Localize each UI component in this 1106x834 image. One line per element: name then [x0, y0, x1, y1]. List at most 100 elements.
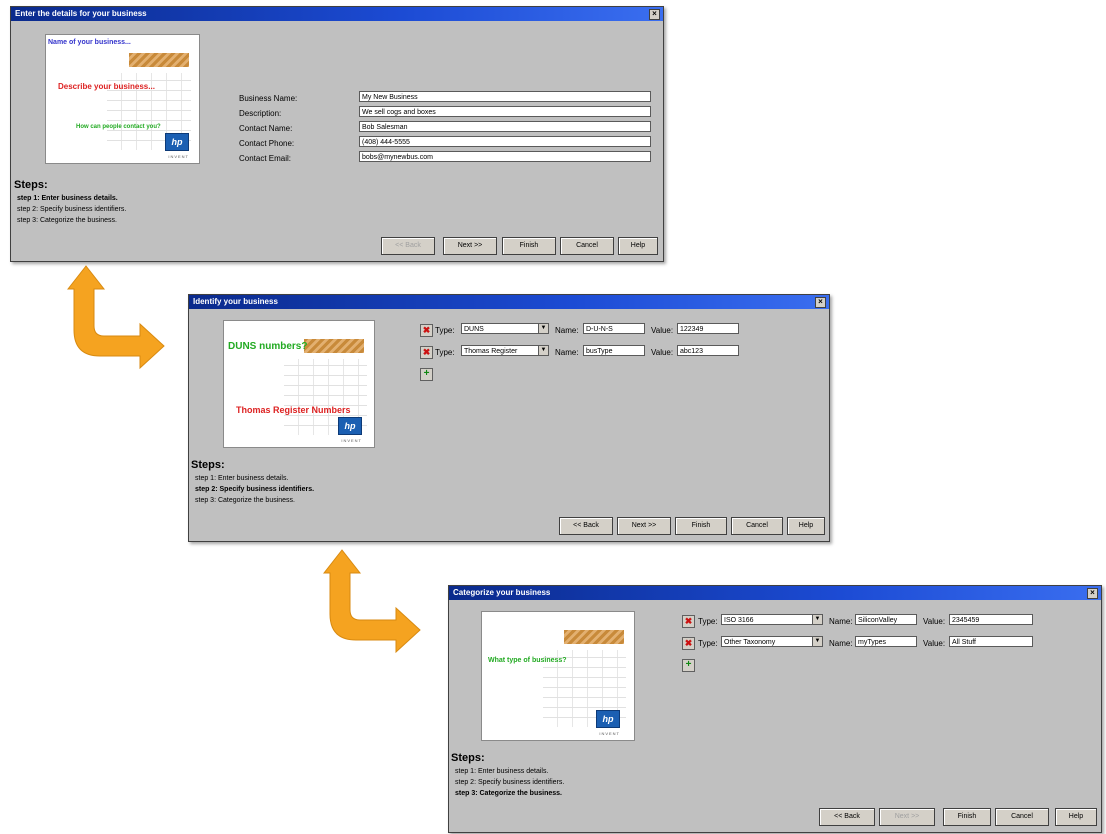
hp-logo-icon: hp — [165, 133, 189, 151]
contact-email-field[interactable]: bobs@mynewbus.com — [359, 151, 651, 162]
remove-row-icon[interactable]: ✖ — [420, 324, 433, 337]
step-2: step 2: Specify business identifiers. — [455, 779, 565, 786]
type-select-value: DUNS — [464, 326, 484, 333]
type-select[interactable]: Other Taxonomy ▼ — [721, 636, 823, 647]
type-label: Type: — [435, 326, 455, 335]
dialog-title: Enter the details for your business — [15, 9, 147, 18]
remove-row-icon[interactable]: ✖ — [682, 615, 695, 628]
step-3: step 3: Categorize the business. — [455, 790, 562, 797]
add-row-icon[interactable]: + — [682, 659, 695, 672]
value-label: Value: — [651, 326, 674, 335]
help-button[interactable]: Help — [1055, 808, 1097, 826]
flow-arrow-2 — [322, 549, 421, 654]
type-select-value: Thomas Register — [464, 348, 518, 355]
banner-text-duns: DUNS numbers? — [228, 341, 308, 352]
value-label: Value: — [651, 348, 674, 357]
next-button[interactable]: Next >> — [879, 808, 935, 826]
value-field[interactable]: 2345459 — [949, 614, 1033, 625]
step-3: step 3: Categorize the business. — [195, 497, 296, 504]
remove-row-icon[interactable]: ✖ — [420, 346, 433, 359]
remove-row-icon[interactable]: ✖ — [682, 637, 695, 650]
value-field[interactable]: 122349 — [677, 323, 739, 334]
categorize-business-dialog: Categorize your business × What type of … — [448, 585, 1102, 833]
cancel-button[interactable]: Cancel — [560, 237, 614, 255]
finish-button[interactable]: Finish — [943, 808, 991, 826]
close-icon[interactable]: × — [649, 9, 660, 20]
banner-text-name: Name of your business... — [48, 39, 131, 46]
steps-title: Steps: — [451, 752, 485, 764]
step-1: step 1: Enter business details. — [17, 195, 118, 202]
add-row-icon[interactable]: + — [420, 368, 433, 381]
cancel-button[interactable]: Cancel — [995, 808, 1049, 826]
help-button[interactable]: Help — [618, 237, 658, 255]
name-field[interactable]: SiliconValley — [855, 614, 917, 625]
value-field[interactable]: All Stuff — [949, 636, 1033, 647]
banner-image: What type of business? hp INVENT — [481, 611, 635, 741]
step-2: step 2: Specify business identifiers. — [195, 486, 315, 493]
chevron-down-icon: ▼ — [538, 324, 548, 333]
cancel-button[interactable]: Cancel — [731, 517, 783, 535]
banner-text-type: What type of business? — [488, 657, 567, 664]
name-label: Name: — [829, 617, 853, 626]
dialog-title-bar: Categorize your business × — [449, 586, 1101, 600]
steps-title: Steps: — [14, 179, 48, 191]
type-select-value: Other Taxonomy — [724, 639, 776, 646]
close-icon[interactable]: × — [815, 297, 826, 308]
next-button[interactable]: Next >> — [443, 237, 497, 255]
type-select[interactable]: Thomas Register ▼ — [461, 345, 549, 356]
step-1: step 1: Enter business details. — [455, 768, 549, 775]
banner-text-describe: Describe your business... — [58, 82, 155, 91]
hp-logo-icon: hp — [338, 417, 362, 435]
hp-logo-icon: hp — [596, 710, 620, 728]
business-details-dialog: Enter the details for your business × Na… — [10, 6, 664, 262]
dialog-title: Categorize your business — [453, 588, 551, 597]
banner-image: Name of your business... Describe your b… — [45, 34, 200, 164]
hp-logo-subtext: INVENT — [168, 154, 189, 159]
description-field[interactable]: We sell cogs and boxes — [359, 106, 651, 117]
back-button[interactable]: << Back — [381, 237, 435, 255]
type-select[interactable]: DUNS ▼ — [461, 323, 549, 334]
name-field[interactable]: busType — [583, 345, 645, 356]
step-3: step 3: Categorize the business. — [17, 217, 118, 224]
type-select-value: ISO 3166 — [724, 617, 754, 624]
business-name-field[interactable]: My New Business — [359, 91, 651, 102]
type-label: Type: — [698, 639, 718, 648]
chevron-down-icon: ▼ — [812, 637, 822, 646]
identify-business-dialog: Identify your business × DUNS numbers? T… — [188, 294, 830, 542]
contact-name-field[interactable]: Bob Salesman — [359, 121, 651, 132]
banner-text-contact: How can people contact you? — [76, 124, 161, 130]
value-label: Value: — [923, 639, 946, 648]
close-icon[interactable]: × — [1087, 588, 1098, 599]
business-name-label: Business Name: — [239, 94, 298, 103]
hp-logo-subtext: INVENT — [599, 731, 620, 736]
name-field[interactable]: myTypes — [855, 636, 917, 647]
contact-email-label: Contact Email: — [239, 154, 292, 163]
finish-button[interactable]: Finish — [675, 517, 727, 535]
back-button[interactable]: << Back — [559, 517, 613, 535]
contact-phone-field[interactable]: (408) 444-5555 — [359, 136, 651, 147]
back-button[interactable]: << Back — [819, 808, 875, 826]
finish-button[interactable]: Finish — [502, 237, 556, 255]
name-field[interactable]: D-U-N-S — [583, 323, 645, 334]
chevron-down-icon: ▼ — [812, 615, 822, 624]
type-label: Type: — [435, 348, 455, 357]
banner-text-thomas: Thomas Register Numbers — [236, 405, 351, 415]
name-label: Name: — [829, 639, 853, 648]
help-button[interactable]: Help — [787, 517, 825, 535]
contact-name-label: Contact Name: — [239, 124, 293, 133]
hp-logo-subtext: INVENT — [341, 438, 362, 443]
chevron-down-icon: ▼ — [538, 346, 548, 355]
dialog-title: Identify your business — [193, 297, 278, 306]
banner-image: DUNS numbers? Thomas Register Numbers hp… — [223, 320, 375, 448]
type-label: Type: — [698, 617, 718, 626]
step-1: step 1: Enter business details. — [195, 475, 289, 482]
type-select[interactable]: ISO 3166 ▼ — [721, 614, 823, 625]
flow-arrow-1 — [66, 265, 165, 370]
contact-phone-label: Contact Phone: — [239, 139, 295, 148]
name-label: Name: — [555, 348, 579, 357]
next-button[interactable]: Next >> — [617, 517, 671, 535]
dialog-title-bar: Identify your business × — [189, 295, 829, 309]
name-label: Name: — [555, 326, 579, 335]
dialog-title-bar: Enter the details for your business × — [11, 7, 663, 21]
value-field[interactable]: abc123 — [677, 345, 739, 356]
